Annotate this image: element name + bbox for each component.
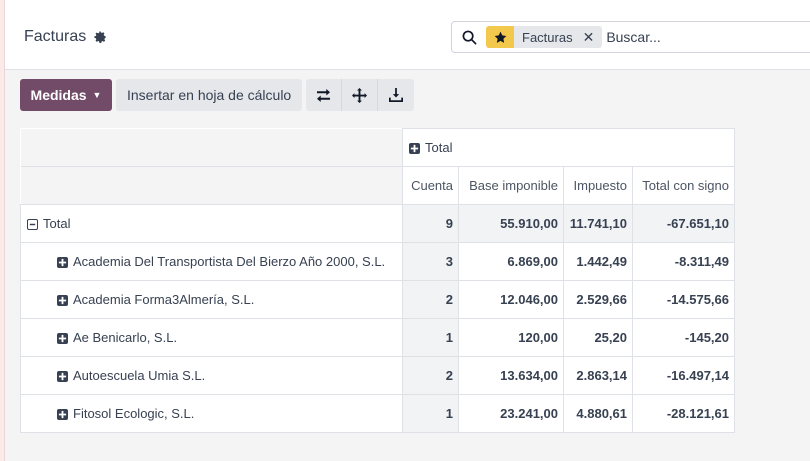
control-panel: Facturas Facturas ✕ — [5, 8, 810, 70]
insert-spreadsheet-button[interactable]: Insertar en hoja de cálculo — [116, 79, 303, 111]
cell-base[interactable]: 13.634,00 — [458, 356, 564, 395]
total-row: Total 9 55.910,00 11.741,10 -67.651,10 — [20, 204, 735, 243]
cell-impuesto[interactable]: 2.863,14 — [563, 356, 633, 395]
top-strip — [5, 0, 810, 8]
plus-square-icon — [57, 257, 68, 268]
pivot-toolbar: Medidas ▼ Insertar en hoja de cálculo — [20, 79, 415, 111]
pivot-actions — [306, 79, 415, 111]
cell-impuesto[interactable]: 2.529,66 — [563, 280, 633, 319]
cell-total[interactable]: -8.311,49 — [632, 242, 735, 281]
cell-cuenta[interactable]: 2 — [402, 356, 459, 395]
pivot-corner-measures — [20, 166, 403, 205]
facet-label: Facturas — [514, 26, 581, 48]
row-header[interactable]: Fitosol Ecologic, S.L. — [20, 394, 403, 433]
search-input[interactable] — [606, 29, 787, 45]
cell-cuenta[interactable]: 9 — [402, 204, 459, 243]
cell-impuesto[interactable]: 11.741,10 — [563, 204, 633, 243]
measure-header[interactable]: Total con signo — [632, 166, 735, 205]
row-header-label: Academia Del Transportista Del Bierzo Añ… — [73, 254, 386, 269]
flip-axis-icon — [317, 88, 331, 102]
cell-impuesto[interactable]: 25,20 — [563, 318, 633, 357]
row-header-total[interactable]: Total — [20, 204, 403, 243]
cell-base[interactable]: 55.910,00 — [458, 204, 564, 243]
cell-cuenta[interactable]: 1 — [402, 318, 459, 357]
minus-square-icon — [27, 219, 38, 230]
row-header-label: Academia Forma3Almería, S.L. — [73, 292, 255, 307]
plus-square-icon — [57, 371, 68, 382]
filter-facet: Facturas ✕ — [486, 26, 603, 48]
plus-square-icon — [57, 295, 68, 306]
cell-cuenta[interactable]: 1 — [402, 394, 459, 433]
measure-header[interactable]: Impuesto — [563, 166, 633, 205]
table-row: Fitosol Ecologic, S.L. 1 23.241,00 4.880… — [20, 394, 735, 433]
cell-cuenta[interactable]: 2 — [402, 280, 459, 319]
table-row: Autoescuela Umia S.L. 2 13.634,00 2.863,… — [20, 356, 735, 395]
cell-impuesto[interactable]: 4.880,61 — [563, 394, 633, 433]
row-header-label: Autoescuela Umia S.L. — [73, 368, 206, 383]
pivot-table: Total Cuenta Base imponible Impuesto Tot… — [20, 128, 735, 433]
pivot-corner — [20, 128, 403, 167]
cell-impuesto[interactable]: 1.442,49 — [563, 242, 633, 281]
table-row: Ae Benicarlo, S.L. 1 120,00 25,20 -145,2… — [20, 318, 735, 357]
cell-total[interactable]: -28.121,61 — [632, 394, 735, 433]
measures-label: Medidas — [30, 87, 87, 103]
column-header-label: Total — [425, 140, 453, 155]
download-button[interactable] — [378, 79, 415, 111]
search-icon[interactable] — [452, 30, 486, 45]
plus-square-icon — [57, 409, 68, 420]
expand-all-button[interactable] — [342, 79, 379, 111]
measure-header[interactable]: Cuenta — [402, 166, 459, 205]
breadcrumb: Facturas — [24, 28, 107, 46]
close-icon[interactable]: ✕ — [580, 26, 603, 48]
gear-icon[interactable] — [93, 30, 107, 44]
row-header[interactable]: Academia Forma3Almería, S.L. — [20, 280, 403, 319]
cell-total[interactable]: -67.651,10 — [632, 204, 735, 243]
download-icon — [389, 88, 404, 102]
plus-square-icon — [57, 333, 68, 344]
column-header-total[interactable]: Total — [402, 128, 735, 167]
row-header-label: Total — [43, 216, 71, 231]
row-header[interactable]: Autoescuela Umia S.L. — [20, 356, 403, 395]
cell-cuenta[interactable]: 3 — [402, 242, 459, 281]
cell-base[interactable]: 6.869,00 — [458, 242, 564, 281]
cell-total[interactable]: -14.575,66 — [632, 280, 735, 319]
insert-spreadsheet-label: Insertar en hoja de cálculo — [127, 87, 292, 103]
search-bar: Facturas ✕ — [451, 21, 810, 53]
row-header[interactable]: Academia Del Transportista Del Bierzo Añ… — [20, 242, 403, 281]
measures-button[interactable]: Medidas ▼ — [20, 79, 112, 111]
cell-total[interactable]: -145,20 — [632, 318, 735, 357]
cell-total[interactable]: -16.497,14 — [632, 356, 735, 395]
cell-base[interactable]: 12.046,00 — [458, 280, 564, 319]
flip-axis-button[interactable] — [306, 79, 343, 111]
measure-header[interactable]: Base imponible — [458, 166, 564, 205]
page-title: Facturas — [24, 28, 87, 45]
row-header-label: Ae Benicarlo, S.L. — [73, 330, 178, 345]
caret-down-icon: ▼ — [92, 90, 102, 100]
table-row: Academia Forma3Almería, S.L. 2 12.046,00… — [20, 280, 735, 319]
row-header[interactable]: Ae Benicarlo, S.L. — [20, 318, 403, 357]
cell-base[interactable]: 120,00 — [458, 318, 564, 357]
cell-base[interactable]: 23.241,00 — [458, 394, 564, 433]
expand-all-icon — [352, 87, 368, 103]
star-icon — [486, 26, 514, 48]
main-content: Medidas ▼ Insertar en hoja de cálculo To… — [5, 71, 810, 461]
row-header-label: Fitosol Ecologic, S.L. — [73, 406, 195, 421]
table-row: Academia Del Transportista Del Bierzo Añ… — [20, 242, 735, 281]
plus-square-icon — [409, 143, 420, 154]
